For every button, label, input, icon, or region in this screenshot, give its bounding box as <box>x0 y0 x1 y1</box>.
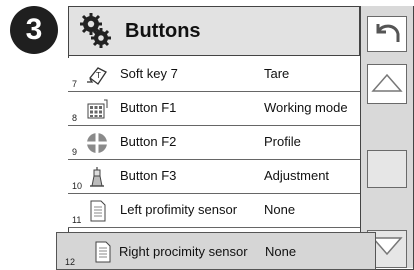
selected-list-item[interactable]: 12 Right procimity sensor None <box>56 232 376 270</box>
setting-name: Soft key 7 <box>120 66 178 81</box>
setting-value: None <box>264 202 296 217</box>
arrow-up-icon <box>370 71 404 98</box>
row-number: 9 <box>72 147 78 157</box>
setting-name: Button F2 <box>120 134 177 149</box>
setting-name: Right procimity sensor <box>119 244 248 259</box>
step-number-badge: 3 <box>10 6 58 54</box>
document-icon <box>86 200 108 222</box>
list-item[interactable]: T 7 Soft key 7 Tare <box>68 58 360 92</box>
back-button[interactable] <box>367 16 407 52</box>
list-item[interactable]: 8 Button F1 Working mode <box>68 92 360 126</box>
sidebar-blank-button[interactable] <box>367 150 407 188</box>
setting-value: Adjustment <box>264 168 330 183</box>
setting-value: Working mode <box>264 100 348 115</box>
list-item[interactable]: 11 Left profimity sensor None <box>68 194 360 228</box>
document-icon <box>91 241 113 263</box>
adjustment-icon <box>86 166 108 188</box>
page-title: Buttons <box>125 19 201 42</box>
setting-name: Left profimity sensor <box>120 202 238 217</box>
keypad-icon <box>86 98 108 120</box>
title-bar: Buttons <box>68 6 360 56</box>
scroll-up-button[interactable] <box>367 64 407 104</box>
setting-value: Tare <box>264 66 290 81</box>
gears-icon <box>79 12 113 50</box>
list-item[interactable]: 9 Button F2 Profile <box>68 126 360 160</box>
row-number: 10 <box>72 181 83 191</box>
setting-name: Button F3 <box>120 168 177 183</box>
list-item[interactable]: 10 Button F3 Adjustment <box>68 160 360 194</box>
row-number: 11 <box>72 215 82 225</box>
undo-arrow-icon <box>372 20 402 49</box>
row-number: 7 <box>72 79 78 89</box>
sidebar <box>360 6 413 268</box>
row-number: 8 <box>72 113 78 123</box>
crosshair-circle-icon <box>86 132 108 154</box>
setting-value: Profile <box>264 134 301 149</box>
tare-key-icon: T <box>86 64 108 86</box>
setting-name: Button F1 <box>120 100 177 115</box>
setting-value: None <box>265 244 297 259</box>
row-number: 12 <box>65 257 76 267</box>
svg-text:T: T <box>96 71 101 80</box>
